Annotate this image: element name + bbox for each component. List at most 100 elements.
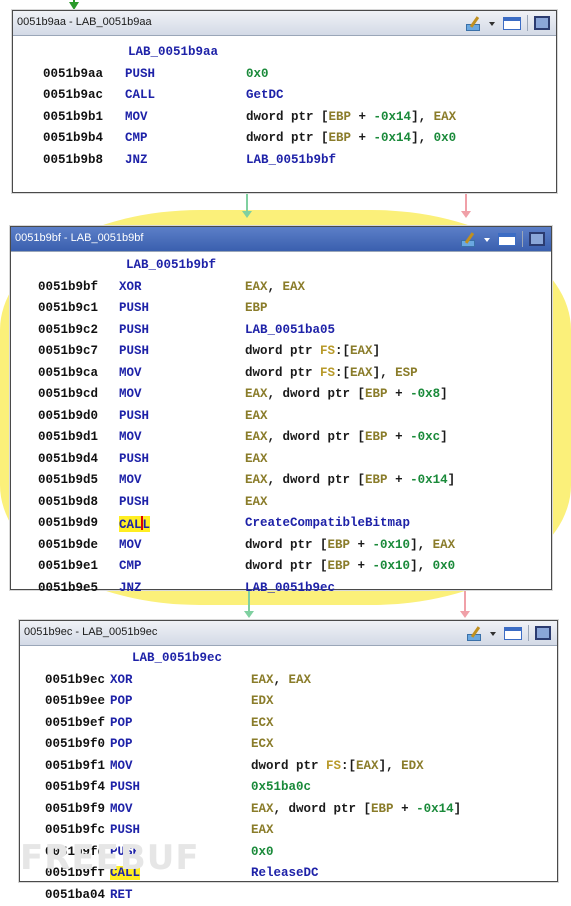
instruction-address[interactable]: 0051b9aa xyxy=(43,67,103,81)
code-block-0051b9aa[interactable]: 0051b9aa - LAB_0051b9aa LAB_0051b9aa0051… xyxy=(12,10,557,193)
edit-icon[interactable] xyxy=(460,232,478,246)
instruction-mnemonic[interactable]: MOV xyxy=(125,110,148,124)
instruction-mnemonic[interactable]: JNZ xyxy=(125,153,148,167)
instruction-row[interactable]: 0051b9d0PUSHEAX xyxy=(11,406,551,428)
instruction-address[interactable]: 0051b9b1 xyxy=(43,110,103,124)
instruction-operands[interactable]: dword ptr FS:[EAX], EDX xyxy=(251,759,424,773)
instruction-address[interactable]: 0051b9ef xyxy=(45,716,105,730)
window-icon[interactable] xyxy=(504,627,522,640)
instruction-mnemonic[interactable]: PUSH xyxy=(110,780,140,794)
instruction-address[interactable]: 0051b9cd xyxy=(38,387,98,401)
instruction-mnemonic[interactable]: CALL xyxy=(119,516,150,532)
instruction-address[interactable]: 0051b9ee xyxy=(45,694,105,708)
instruction-operands[interactable]: EAX, dword ptr [EBP + -0x14] xyxy=(245,473,455,487)
operand-sym[interactable]: LAB_0051ba05 xyxy=(245,323,335,337)
dropdown-icon[interactable] xyxy=(490,626,498,640)
instruction-address[interactable]: 0051b9fc xyxy=(45,823,105,837)
window-icon[interactable] xyxy=(498,233,516,246)
instruction-mnemonic[interactable]: RET xyxy=(110,888,133,902)
instruction-operands[interactable]: ReleaseDC xyxy=(251,866,319,880)
instruction-mnemonic[interactable]: PUSH xyxy=(119,323,149,337)
instruction-row[interactable]: 0051b9d9 CALL CreateCompatibleBitmap xyxy=(11,513,551,535)
instruction-address[interactable]: 0051b9d5 xyxy=(38,473,98,487)
instruction-address[interactable]: 0051b9d9 xyxy=(38,516,98,530)
instruction-operands[interactable]: EAX xyxy=(251,823,274,837)
instruction-row[interactable]: 0051b9ecXOREAX, EAX xyxy=(20,670,557,692)
instruction-mnemonic[interactable]: PUSH xyxy=(119,344,149,358)
instruction-mnemonic[interactable]: PUSH xyxy=(119,495,149,509)
instruction-operands[interactable]: EDX xyxy=(251,694,274,708)
instruction-row[interactable]: 0051b9d8PUSHEAX xyxy=(11,492,551,514)
instruction-operands[interactable]: EAX, dword ptr [EBP + -0x8] xyxy=(245,387,448,401)
instruction-address[interactable]: 0051ba04 xyxy=(45,888,105,902)
instruction-operands[interactable]: EAX, EAX xyxy=(245,280,305,294)
block-titlebar[interactable]: 0051b9aa - LAB_0051b9aa xyxy=(13,11,556,36)
instruction-row[interactable]: 0051b9d1 MOV EAX, dword ptr [EBP + -0xc] xyxy=(11,427,551,449)
maximize-icon[interactable] xyxy=(535,626,551,640)
instruction-operands[interactable]: LAB_0051b9bf xyxy=(246,153,336,167)
operand-sym[interactable]: GetDC xyxy=(246,88,284,102)
instruction-operands[interactable]: LAB_0051ba05 xyxy=(245,323,335,337)
maximize-icon[interactable] xyxy=(534,16,550,30)
instruction-row[interactable]: 0051b9d4PUSHEAX xyxy=(11,449,551,471)
instruction-row[interactable]: 0051ba04 RET xyxy=(20,885,557,906)
instruction-mnemonic[interactable]: MOV xyxy=(110,759,133,773)
instruction-operands[interactable]: dword ptr [EBP + -0x10], EAX xyxy=(245,538,455,552)
instruction-row[interactable]: 0051b9b8 JNZ LAB_0051b9bf xyxy=(13,150,556,172)
instruction-row[interactable]: 0051b9cd MOV EAX, dword ptr [EBP + -0x8] xyxy=(11,384,551,406)
instruction-operands[interactable]: dword ptr [EBP + -0x14], EAX xyxy=(246,110,456,124)
instruction-mnemonic[interactable]: CMP xyxy=(119,559,142,573)
instruction-address[interactable]: 0051b9b4 xyxy=(43,131,103,145)
instruction-mnemonic[interactable]: MOV xyxy=(119,366,142,380)
instruction-address[interactable]: 0051b9ac xyxy=(43,88,103,102)
instruction-address[interactable]: 0051b9d1 xyxy=(38,430,98,444)
instruction-mnemonic[interactable]: POP xyxy=(110,716,133,730)
instruction-address[interactable]: 0051b9e5 xyxy=(38,581,98,595)
instruction-operands[interactable]: ECX xyxy=(251,737,274,751)
instruction-row[interactable]: 0051b9aa PUSH 0x0 xyxy=(13,64,556,86)
instruction-address[interactable]: 0051b9e1 xyxy=(38,559,98,573)
instruction-operands[interactable]: EAX, dword ptr [EBP + -0xc] xyxy=(245,430,448,444)
instruction-row[interactable]: 0051b9e1CMPdword ptr [EBP + -0x10], 0x0 xyxy=(11,556,551,578)
maximize-icon[interactable] xyxy=(529,232,545,246)
instruction-address[interactable]: 0051b9f9 xyxy=(45,802,105,816)
instruction-address[interactable]: 0051b9c7 xyxy=(38,344,98,358)
instruction-mnemonic[interactable]: PUSH xyxy=(110,823,140,837)
instruction-row[interactable]: 0051b9f0POPECX xyxy=(20,734,557,756)
instruction-row[interactable]: 0051b9c7 PUSH dword ptr FS:[EAX] xyxy=(11,341,551,363)
instruction-address[interactable]: 0051b9bf xyxy=(38,280,98,294)
instruction-operands[interactable]: dword ptr FS:[EAX] xyxy=(245,344,380,358)
code-block-0051b9bf[interactable]: 0051b9bf - LAB_0051b9bf LAB_0051b9bf0051… xyxy=(10,226,552,590)
instruction-mnemonic[interactable]: MOV xyxy=(110,802,133,816)
instruction-operands[interactable]: 0x0 xyxy=(251,845,274,859)
instruction-operands[interactable]: EAX, EAX xyxy=(251,673,311,687)
instruction-operands[interactable]: EAX xyxy=(245,495,268,509)
block-titlebar[interactable]: 0051b9bf - LAB_0051b9bf xyxy=(11,227,551,252)
edit-icon[interactable] xyxy=(466,626,484,640)
instruction-row[interactable]: 0051b9bf XOR EAX, EAX xyxy=(11,277,551,299)
instruction-row[interactable]: 0051b9caMOVdword ptr FS:[EAX], ESP xyxy=(11,363,551,385)
instruction-mnemonic[interactable]: CMP xyxy=(125,131,148,145)
instruction-operands[interactable]: GetDC xyxy=(246,88,284,102)
instruction-mnemonic[interactable]: POP xyxy=(110,737,133,751)
block-titlebar[interactable]: 0051b9ec - LAB_0051b9ec xyxy=(20,621,557,646)
instruction-row[interactable]: 0051b9e5JNZLAB_0051b9ec xyxy=(11,578,551,600)
instruction-operands[interactable]: dword ptr [EBP + -0x14], 0x0 xyxy=(246,131,456,145)
dropdown-icon[interactable] xyxy=(489,16,497,30)
instruction-address[interactable]: 0051b9b8 xyxy=(43,153,103,167)
instruction-operands[interactable]: ECX xyxy=(251,716,274,730)
instruction-operands[interactable]: LAB_0051b9ec xyxy=(245,581,335,595)
instruction-operands[interactable]: 0x0 xyxy=(246,67,269,81)
instruction-address[interactable]: 0051b9d0 xyxy=(38,409,98,423)
instruction-mnemonic[interactable]: POP xyxy=(110,694,133,708)
instruction-mnemonic[interactable]: XOR xyxy=(119,280,142,294)
instruction-mnemonic[interactable]: PUSH xyxy=(125,67,155,81)
instruction-mnemonic[interactable]: MOV xyxy=(119,430,142,444)
instruction-mnemonic[interactable]: XOR xyxy=(110,673,133,687)
instruction-address[interactable]: 0051b9c2 xyxy=(38,323,98,337)
instruction-address[interactable]: 0051b9d4 xyxy=(38,452,98,466)
instruction-mnemonic[interactable]: PUSH xyxy=(119,301,149,315)
operand-sym[interactable]: CreateCompatibleBitmap xyxy=(245,516,410,530)
instruction-row[interactable]: 0051b9c2 PUSH LAB_0051ba05 xyxy=(11,320,551,342)
instruction-mnemonic[interactable]: MOV xyxy=(119,387,142,401)
